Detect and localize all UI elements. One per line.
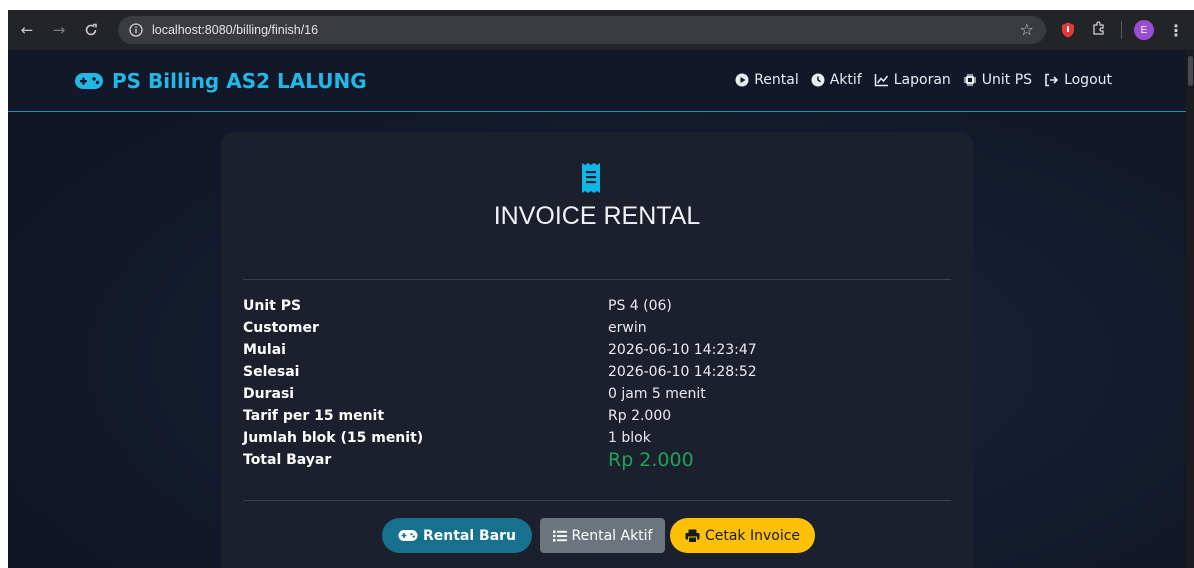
invoice-row: Selesai 2026-06-10 14:28:52 (243, 364, 951, 386)
nav-item-aktif[interactable]: Aktif (811, 72, 862, 88)
invoice-row: Customer erwin (243, 320, 951, 342)
rental-aktif-label: Rental Aktif (571, 527, 653, 544)
invoice-row: Mulai 2026-06-10 14:23:47 (243, 342, 951, 364)
nav-item-label: Rental (754, 72, 799, 88)
list-icon (552, 530, 567, 541)
row-value-customer: erwin (608, 320, 647, 336)
nav-item-unit-ps[interactable]: Unit PS (963, 72, 1032, 88)
divider-bottom (243, 500, 951, 501)
nav-item-logout[interactable]: Logout (1044, 72, 1112, 88)
row-label-customer: Customer (243, 320, 319, 336)
receipt-icon (582, 163, 600, 193)
chart-line-icon (874, 74, 888, 87)
logout-icon (1045, 73, 1059, 87)
invoice-row: Jumlah blok (15 menit) 1 blok (243, 430, 951, 452)
nav-item-label: Unit PS (981, 72, 1033, 88)
nav-item-label: Aktif (829, 72, 862, 88)
browser-toolbar: ← → localhost:8080/billing/finish/16 ☆ E… (8, 10, 1194, 50)
invoice-row: Tarif per 15 menit Rp 2.000 (243, 408, 951, 430)
invoice-row: Durasi 0 jam 5 menit (243, 386, 951, 408)
reload-icon[interactable] (78, 17, 104, 43)
row-value-selesai: 2026-06-10 14:28:52 (608, 364, 757, 380)
row-label-mulai: Mulai (243, 342, 286, 358)
gamepad-icon (75, 73, 103, 89)
rental-aktif-button[interactable]: Rental Aktif (540, 518, 665, 553)
play-circle-icon (735, 73, 749, 87)
cetak-invoice-button[interactable]: Cetak Invoice (670, 518, 815, 553)
row-label-durasi: Durasi (243, 386, 295, 402)
extensions-puzzle-icon[interactable] (1091, 20, 1109, 40)
invoice-row: Total Bayar Rp 2.000 (243, 449, 951, 474)
address-bar[interactable]: localhost:8080/billing/finish/16 ☆ (118, 16, 1046, 44)
site-info-icon[interactable] (126, 20, 146, 40)
page-viewport: PS Billing AS2 LALUNG Rental Aktif Lapor… (8, 50, 1186, 568)
cetak-invoice-label: Cetak Invoice (704, 527, 801, 544)
invoice-title: INVOICE RENTAL (493, 202, 701, 230)
row-label-jumlah-blok: Jumlah blok (15 menit) (243, 430, 424, 446)
row-value-jumlah-blok: 1 blok (608, 430, 651, 446)
top-navbar: PS Billing AS2 LALUNG Rental Aktif Lapor… (8, 50, 1186, 112)
rental-baru-label: Rental Baru (422, 527, 517, 544)
nav-item-rental[interactable]: Rental (735, 72, 799, 88)
row-value-durasi: 0 jam 5 menit (608, 386, 706, 402)
row-value-mulai: 2026-06-10 14:23:47 (608, 342, 757, 358)
page-scrollbar-thumb[interactable] (1188, 56, 1193, 86)
toolbar-divider (1121, 21, 1122, 39)
brand-text: PS Billing AS2 LALUNG (112, 69, 367, 93)
bookmark-star-icon[interactable]: ☆ (1020, 20, 1034, 39)
profile-avatar[interactable]: E (1134, 20, 1154, 40)
clock-icon (811, 73, 825, 87)
row-label-selesai: Selesai (243, 364, 300, 380)
url-text[interactable]: localhost:8080/billing/finish/16 (152, 23, 318, 37)
nav-item-label: Laporan (893, 72, 951, 88)
invoice-row: Unit PS PS 4 (06) (243, 298, 951, 320)
browser-menu-icon[interactable]: ⋮ (1168, 21, 1184, 40)
page-scrollbar-track[interactable] (1186, 50, 1194, 568)
forward-arrow-icon[interactable]: → (46, 17, 72, 43)
chip-icon (963, 74, 976, 86)
brand-link[interactable]: PS Billing AS2 LALUNG (74, 69, 367, 93)
back-arrow-icon[interactable]: ← (14, 17, 40, 43)
row-label-unit-ps: Unit PS (243, 298, 302, 314)
row-value-unit-ps: PS 4 (06) (608, 298, 672, 314)
row-label-tarif: Tarif per 15 menit (243, 408, 385, 424)
extension-shield-icon[interactable] (1059, 21, 1077, 39)
gamepad-icon (398, 530, 418, 541)
row-value-total-bayar: Rp 2.000 (608, 449, 694, 471)
rental-baru-button[interactable]: Rental Baru (382, 518, 532, 553)
invoice-card: INVOICE RENTAL Unit PS PS 4 (06) Custome… (221, 132, 973, 568)
nav-item-label: Logout (1064, 72, 1112, 88)
row-value-tarif: Rp 2.000 (608, 408, 672, 424)
extensions-area: E ⋮ (1053, 16, 1184, 44)
divider-top (243, 279, 951, 280)
nav-menu: Rental Aktif Laporan Unit PS Logout (723, 72, 1112, 88)
nav-item-laporan[interactable]: Laporan (874, 72, 951, 88)
row-label-total-bayar: Total Bayar (243, 452, 332, 468)
printer-icon (685, 529, 700, 543)
